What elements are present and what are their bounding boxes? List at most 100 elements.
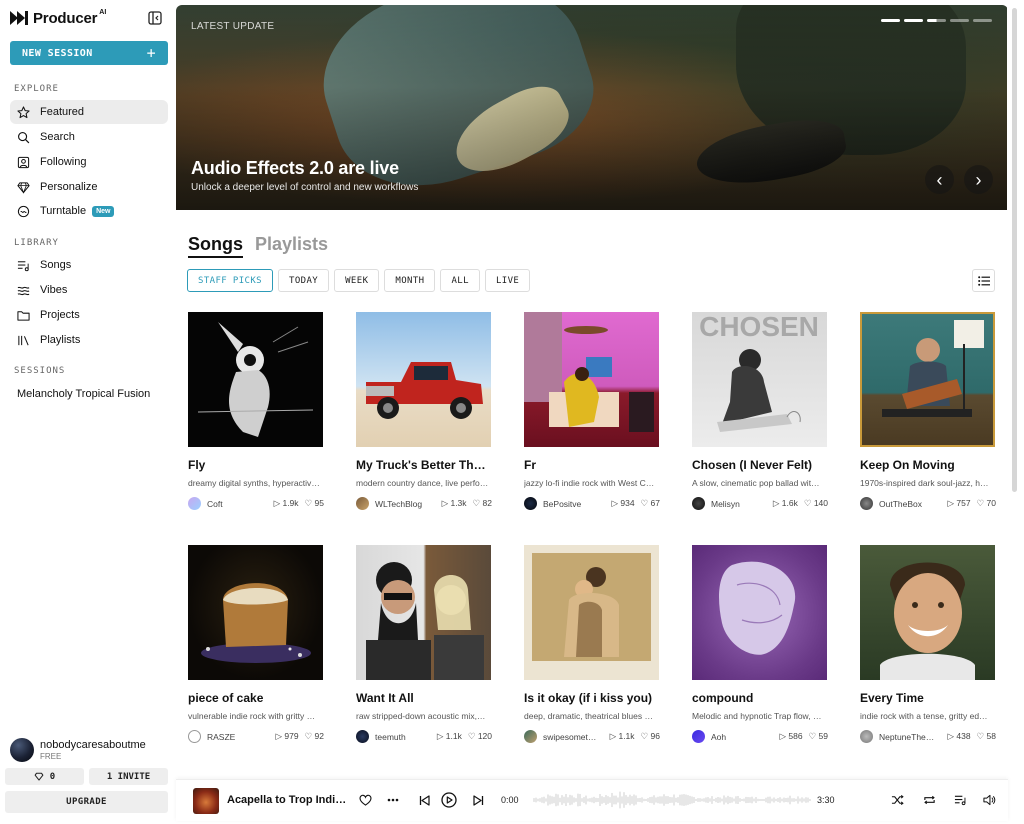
song-title[interactable]: Is it okay (if i kiss you) — [524, 691, 660, 705]
song-cover[interactable] — [356, 312, 491, 447]
carousel-dot[interactable] — [927, 19, 946, 22]
song-title[interactable]: Fly — [188, 458, 324, 472]
author-avatar[interactable] — [692, 730, 705, 743]
carousel-dot[interactable] — [950, 19, 969, 22]
song-cover[interactable]: CHOSEN — [692, 312, 827, 447]
sidebar-item-turntable[interactable]: Turntable New — [10, 199, 168, 223]
song-title[interactable]: compound — [692, 691, 828, 705]
song-cover[interactable] — [188, 545, 323, 680]
carousel-dot[interactable] — [881, 19, 900, 22]
like-count[interactable]: ♡ 140 — [804, 498, 828, 509]
repeat-button[interactable] — [921, 792, 937, 808]
author-avatar[interactable] — [692, 497, 705, 510]
song-card[interactable]: Fly dreamy digital synths, hyperactive… … — [188, 312, 324, 510]
song-title[interactable]: Fr — [524, 458, 660, 472]
song-cover[interactable] — [692, 545, 827, 680]
song-card[interactable]: Want It All raw stripped-down acoustic m… — [356, 545, 492, 743]
song-title[interactable]: Want It All — [356, 691, 492, 705]
now-playing-cover[interactable] — [193, 788, 219, 814]
sidebar-item-playlists[interactable]: Playlists — [10, 328, 168, 352]
list-view-toggle[interactable] — [972, 269, 995, 292]
author-name[interactable]: Melisyn — [711, 499, 767, 509]
song-title[interactable]: My Truck's Better Than… — [356, 458, 492, 472]
tab-playlists[interactable]: Playlists — [255, 234, 328, 255]
sidebar-item-featured[interactable]: Featured — [10, 100, 168, 124]
like-count[interactable]: ♡ 70 — [977, 498, 996, 509]
author-name[interactable]: Coft — [207, 499, 268, 509]
author-name[interactable]: teemuth — [375, 732, 431, 742]
song-cover[interactable] — [524, 312, 659, 447]
author-name[interactable]: RASZE — [207, 732, 269, 742]
sidebar-item-songs[interactable]: Songs — [10, 253, 168, 277]
author-avatar[interactable] — [524, 497, 537, 510]
song-card[interactable]: piece of cake vulnerable indie rock with… — [188, 545, 324, 743]
sidebar-item-projects[interactable]: Projects — [10, 303, 168, 327]
author-name[interactable]: BePositve — [543, 499, 605, 509]
song-card[interactable]: compound Melodic and hypnotic Trap flow,… — [692, 545, 828, 743]
like-count[interactable]: ♡ 58 — [977, 731, 996, 742]
author-avatar[interactable] — [188, 730, 201, 743]
queue-button[interactable] — [952, 792, 968, 808]
play-button[interactable] — [441, 792, 457, 808]
brand-logo[interactable]: Producer AI — [10, 8, 166, 28]
carousel-dot[interactable] — [973, 19, 992, 22]
song-title[interactable]: piece of cake — [188, 691, 324, 705]
filter-today[interactable]: TODAY — [278, 269, 330, 292]
author-avatar[interactable] — [524, 730, 537, 743]
invite-button[interactable]: 1 INVITE — [89, 768, 168, 785]
song-cover[interactable] — [356, 545, 491, 680]
previous-track-button[interactable] — [416, 792, 432, 808]
collapse-sidebar-icon[interactable] — [148, 11, 162, 25]
song-cover[interactable] — [860, 312, 995, 447]
next-track-button[interactable] — [470, 792, 486, 808]
carousel-next-button[interactable]: › — [964, 165, 993, 194]
song-card[interactable]: Keep On Moving 1970s-inspired dark soul-… — [860, 312, 996, 510]
more-button[interactable] — [385, 792, 401, 808]
session-item[interactable]: Melancholy Tropical Fusion — [17, 388, 150, 400]
sidebar-item-following[interactable]: Following — [10, 150, 168, 174]
author-name[interactable]: NeptuneThe… — [879, 732, 941, 742]
sidebar-item-personalize[interactable]: Personalize — [10, 175, 168, 199]
tab-songs[interactable]: Songs — [188, 234, 244, 258]
waveform-scrubber[interactable] — [533, 790, 811, 810]
author-avatar[interactable] — [860, 730, 873, 743]
like-count[interactable]: ♡ 92 — [305, 731, 324, 742]
filter-staff-picks[interactable]: STAFF PICKS — [187, 269, 274, 292]
shuffle-button[interactable] — [889, 792, 905, 808]
song-title[interactable]: Chosen (I Never Felt) — [692, 458, 828, 472]
sidebar-item-search[interactable]: Search — [10, 125, 168, 149]
like-count[interactable]: ♡ 59 — [809, 731, 828, 742]
carousel-dot[interactable] — [904, 19, 923, 22]
song-card[interactable]: Is it okay (if i kiss you) deep, dramati… — [524, 545, 660, 743]
credits-button[interactable]: 0 — [5, 768, 84, 785]
filter-live[interactable]: LIVE — [484, 269, 531, 292]
author-name[interactable]: swipesomet… — [543, 732, 604, 742]
scrollbar-thumb[interactable] — [1012, 8, 1017, 492]
song-title[interactable]: Keep On Moving — [860, 458, 996, 472]
upgrade-button[interactable]: UPGRADE — [5, 791, 168, 813]
song-cover[interactable] — [860, 545, 995, 680]
song-card[interactable]: Fr jazzy lo-fi indie rock with West C… B… — [524, 312, 660, 510]
song-cover[interactable] — [188, 312, 323, 447]
song-card[interactable]: Every Time indie rock with a tense, grit… — [860, 545, 996, 743]
song-title[interactable]: Every Time — [860, 691, 996, 705]
author-avatar[interactable] — [188, 497, 201, 510]
filter-month[interactable]: MONTH — [384, 269, 436, 292]
author-avatar[interactable] — [356, 497, 369, 510]
sidebar-item-vibes[interactable]: Vibes — [10, 278, 168, 302]
now-playing-title[interactable]: Acapella to Trop Indie … — [227, 794, 347, 806]
author-avatar[interactable] — [356, 730, 369, 743]
song-card[interactable]: CHOSEN Chosen (I Never Felt) A slow, cin… — [692, 312, 828, 510]
author-name[interactable]: OutTheBox — [879, 499, 941, 509]
carousel-prev-button[interactable]: ‹ — [925, 165, 954, 194]
hero-banner[interactable]: LATEST UPDATE Audio Effects 2.0 are live… — [176, 5, 1007, 210]
like-count[interactable]: ♡ 95 — [305, 498, 324, 509]
author-name[interactable]: Aoh — [711, 732, 773, 742]
song-cover[interactable] — [524, 545, 659, 680]
author-name[interactable]: WLTechBlog — [375, 499, 436, 509]
like-count[interactable]: ♡ 82 — [473, 498, 492, 509]
like-count[interactable]: ♡ 67 — [641, 498, 660, 509]
author-avatar[interactable] — [860, 497, 873, 510]
filter-week[interactable]: WEEK — [334, 269, 380, 292]
filter-all[interactable]: ALL — [440, 269, 480, 292]
